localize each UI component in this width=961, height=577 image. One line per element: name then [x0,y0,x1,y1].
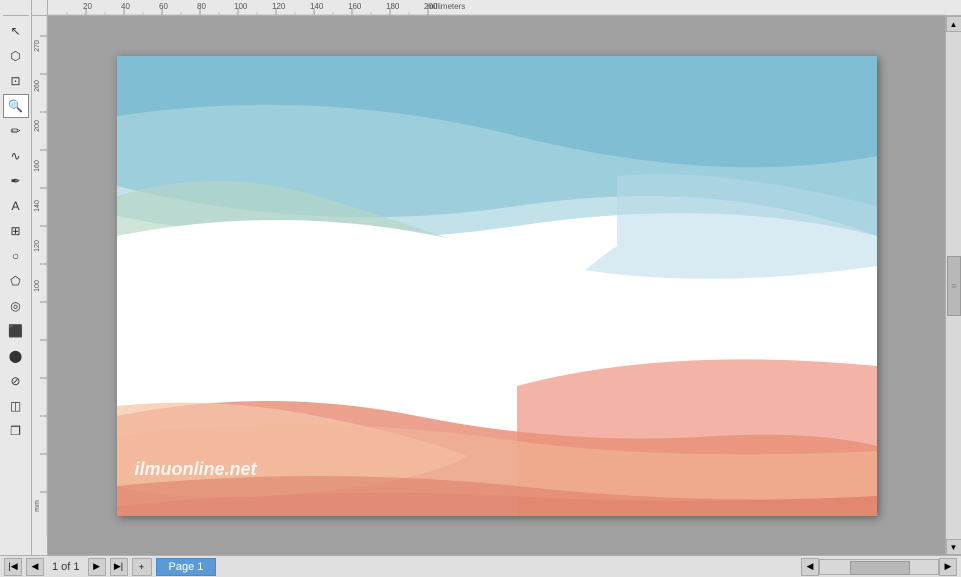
svg-text:120: 120 [272,2,286,11]
tool-table[interactable]: ⊞ [3,219,29,243]
svg-text:140: 140 [310,2,324,11]
tool-paint-bucket[interactable]: ⬤ [3,344,29,368]
scroll-track-v[interactable]: ≡ [946,32,961,539]
svg-text:270: 270 [34,40,41,52]
tool-bezier[interactable]: ∿ [3,144,29,168]
h-scrollbar[interactable]: ◀ ▶ [801,558,957,576]
nav-next-btn[interactable]: ▶ [88,558,106,576]
svg-text:160: 160 [348,2,362,11]
scroll-thumb-v[interactable]: ≡ [947,256,961,316]
tool-polygon[interactable]: ⬠ [3,269,29,293]
scroll-thumb-h[interactable] [850,561,910,575]
svg-text:100: 100 [34,280,41,292]
tool-smart-fill[interactable]: ⬛ [3,319,29,343]
tool-node[interactable]: ⬡ [3,44,29,68]
svg-text:60: 60 [159,2,168,11]
svg-text:200: 200 [34,120,41,132]
svg-text:20: 20 [83,2,92,11]
app-container: ↖ ⬡ ⊡ 🔍 ✏ ∿ ✒ A ⊞ ○ ⬠ ◎ ⬛ ⬤ ⊘ ◫ ❒ [0,0,961,577]
add-page-btn[interactable]: + [132,558,152,576]
svg-text:millimeters: millimeters [427,2,465,11]
svg-text:40: 40 [121,2,130,11]
svg-text:mm: mm [34,500,41,512]
scroll-up-btn[interactable]: ▲ [946,16,961,32]
h-ruler: 20 40 60 80 100 120 140 [48,0,945,16]
page: ilmuonline.net [117,56,877,516]
canvas-row: 270 260 200 160 140 120 100 mm [32,16,961,555]
waves-artwork [117,56,877,516]
tool-shadow[interactable]: ❒ [3,419,29,443]
right-corner [945,0,961,16]
nav-last-btn[interactable]: ▶| [110,558,128,576]
scroll-grip-v: ≡ [951,281,956,291]
tool-eyedropper[interactable]: ⊘ [3,369,29,393]
tool-zoom[interactable]: 🔍 [3,94,29,118]
tool-fill[interactable]: ◫ [3,394,29,418]
ruler-row-top: 20 40 60 80 100 120 140 [32,0,961,16]
canvas-area[interactable]: ilmuonline.net [48,16,945,555]
page-count: 1 of 1 [48,561,84,573]
main-area: 20 40 60 80 100 120 140 [32,0,961,555]
top-section: ↖ ⬡ ⊡ 🔍 ✏ ∿ ✒ A ⊞ ○ ⬠ ◎ ⬛ ⬤ ⊘ ◫ ❒ [0,0,961,555]
ruler-corner [3,2,29,16]
tool-crop[interactable]: ⊡ [3,69,29,93]
nav-first-btn[interactable]: |◀ [4,558,22,576]
corner-box [32,0,48,16]
scroll-down-btn[interactable]: ▼ [946,539,961,555]
tool-spiral[interactable]: ◎ [3,294,29,318]
scroll-left-btn[interactable]: ◀ [801,558,819,576]
svg-text:180: 180 [386,2,400,11]
svg-text:80: 80 [197,2,206,11]
v-ruler-svg: 270 260 200 160 140 120 100 mm [32,16,48,536]
status-bar: |◀ ◀ 1 of 1 ▶ ▶| + Page 1 ◀ ▶ [0,555,961,577]
scroll-track-h[interactable] [819,559,939,575]
right-scrollbar[interactable]: ▲ ≡ ▼ [945,16,961,555]
svg-text:140: 140 [34,200,41,212]
v-ruler: 270 260 200 160 140 120 100 mm [32,16,48,555]
tool-pointer[interactable]: ↖ [3,19,29,43]
tool-ellipse[interactable]: ○ [3,244,29,268]
svg-text:100: 100 [234,2,248,11]
svg-text:120: 120 [34,240,41,252]
toolbar: ↖ ⬡ ⊡ 🔍 ✏ ∿ ✒ A ⊞ ○ ⬠ ◎ ⬛ ⬤ ⊘ ◫ ❒ [0,0,32,555]
tool-pen[interactable]: ✒ [3,169,29,193]
tool-text[interactable]: A [3,194,29,218]
svg-text:160: 160 [34,160,41,172]
page-tab[interactable]: Page 1 [156,558,217,576]
nav-prev-btn[interactable]: ◀ [26,558,44,576]
svg-text:260: 260 [34,80,41,92]
tool-freehand[interactable]: ✏ [3,119,29,143]
h-ruler-svg: 20 40 60 80 100 120 140 [48,0,945,16]
scroll-right-btn[interactable]: ▶ [939,558,957,576]
